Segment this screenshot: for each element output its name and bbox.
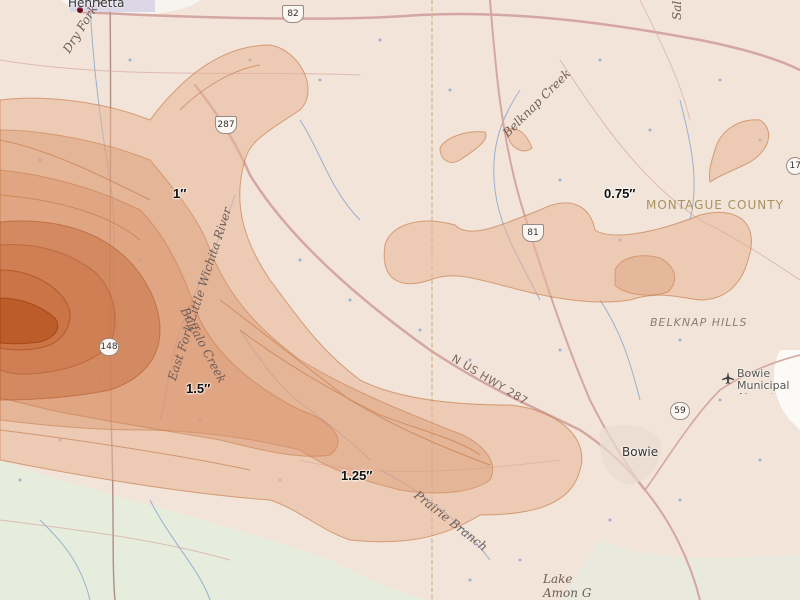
contour-label-15in: 1.5″	[186, 381, 211, 396]
road-us82	[78, 10, 800, 72]
contour-label-1in: 1″	[173, 186, 187, 201]
precip-patch-1	[439, 131, 487, 163]
water-label-sal: Sal	[670, 0, 684, 20]
map-canvas	[0, 0, 800, 600]
county-label: MONTAGUE COUNTY	[646, 198, 784, 212]
precipitation-map[interactable]: 1″ 0.75″ 1.5″ 1.25″ Henrietta Bowie Bowi…	[0, 0, 800, 600]
shield-81[interactable]: 81	[522, 224, 544, 242]
precip-inner-east	[614, 255, 676, 296]
shield-148[interactable]: 148	[99, 338, 119, 356]
place-label-bowie[interactable]: Bowie	[622, 445, 658, 459]
shield-82[interactable]: 82	[282, 5, 304, 23]
shield-17[interactable]: 17	[786, 157, 800, 175]
place-label-bowie-airport[interactable]: Bowie Municipal Airport	[737, 368, 799, 394]
shield-287[interactable]: 287	[215, 116, 237, 134]
precip-band-075-east	[383, 202, 752, 303]
contour-label-125in: 1.25″	[341, 468, 373, 483]
contour-label-075in: 0.75″	[604, 186, 636, 201]
water-label-lake-amon: Lake Amon G	[543, 572, 592, 600]
region-label-belknap-hills: BELKNAP HILLS	[650, 316, 748, 329]
shield-59[interactable]: 59	[670, 402, 690, 420]
precip-patch-3	[709, 119, 770, 183]
